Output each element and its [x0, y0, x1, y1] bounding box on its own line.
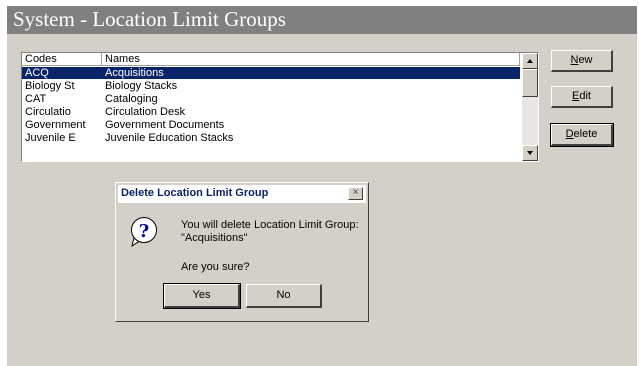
row-code: Government	[25, 119, 86, 131]
row-code: Biology St	[25, 80, 75, 92]
list-row-circulation[interactable]: Circulatio Circulation Desk	[22, 106, 520, 118]
yes-button[interactable]: Yes	[163, 283, 241, 309]
vertical-scrollbar[interactable]	[522, 53, 538, 161]
list-content: Codes Names ACQ Acquisitions Biology St …	[22, 53, 520, 161]
close-icon[interactable]: ×	[348, 187, 363, 200]
window-title: System - Location Limit Groups	[13, 7, 286, 31]
main-window: System - Location Limit Groups Codes Nam…	[7, 6, 637, 366]
row-code: ACQ	[25, 67, 49, 79]
list-row-government[interactable]: Government Government Documents	[22, 119, 520, 131]
row-name: Circulation Desk	[105, 106, 186, 118]
row-code: Circulatio	[25, 106, 71, 118]
dialog-question: Are you sure?	[181, 261, 250, 273]
edit-button[interactable]: Edit	[551, 86, 613, 108]
row-name: Acquisitions	[105, 67, 164, 79]
row-name: Biology Stacks	[105, 80, 178, 92]
title-bar: System - Location Limit Groups	[7, 6, 637, 34]
scroll-thumb[interactable]	[522, 69, 538, 97]
list-row-cataloging[interactable]: CAT Cataloging	[22, 93, 520, 105]
column-header-codes[interactable]: Codes	[22, 53, 102, 66]
row-name: Juvenile Education Stacks	[105, 132, 234, 144]
column-header-names[interactable]: Names	[102, 53, 520, 66]
arrow-down-icon	[527, 151, 533, 155]
delete-confirm-dialog: Delete Location Limit Group × ? You will…	[115, 182, 369, 322]
arrow-up-icon	[527, 59, 533, 63]
row-code: Juvenile E	[25, 132, 76, 144]
delete-button[interactable]: Delete	[550, 123, 614, 147]
new-button[interactable]: New	[551, 50, 613, 72]
dialog-message-line-2: "Acquisitions"	[181, 232, 248, 244]
scroll-down-button[interactable]	[522, 145, 538, 161]
list-row-acq[interactable]: ACQ Acquisitions	[22, 67, 520, 79]
row-name: Government Documents	[105, 119, 225, 131]
list-row-biology-stacks[interactable]: Biology St Biology Stacks	[22, 80, 520, 92]
dialog-message-line-1: You will delete Location Limit Group:	[181, 219, 359, 231]
row-code: CAT	[25, 93, 47, 105]
dialog-title: Delete Location Limit Group	[121, 187, 269, 199]
list-row-juvenile[interactable]: Juvenile E Juvenile Education Stacks	[22, 132, 520, 144]
scroll-up-button[interactable]	[522, 53, 538, 69]
location-groups-list[interactable]: Codes Names ACQ Acquisitions Biology St …	[21, 52, 539, 162]
dialog-title-bar: Delete Location Limit Group ×	[118, 185, 366, 203]
no-button[interactable]: No	[246, 284, 322, 308]
question-icon: ?	[131, 217, 157, 248]
row-name: Cataloging	[105, 93, 158, 105]
svg-text:?: ?	[139, 221, 150, 242]
